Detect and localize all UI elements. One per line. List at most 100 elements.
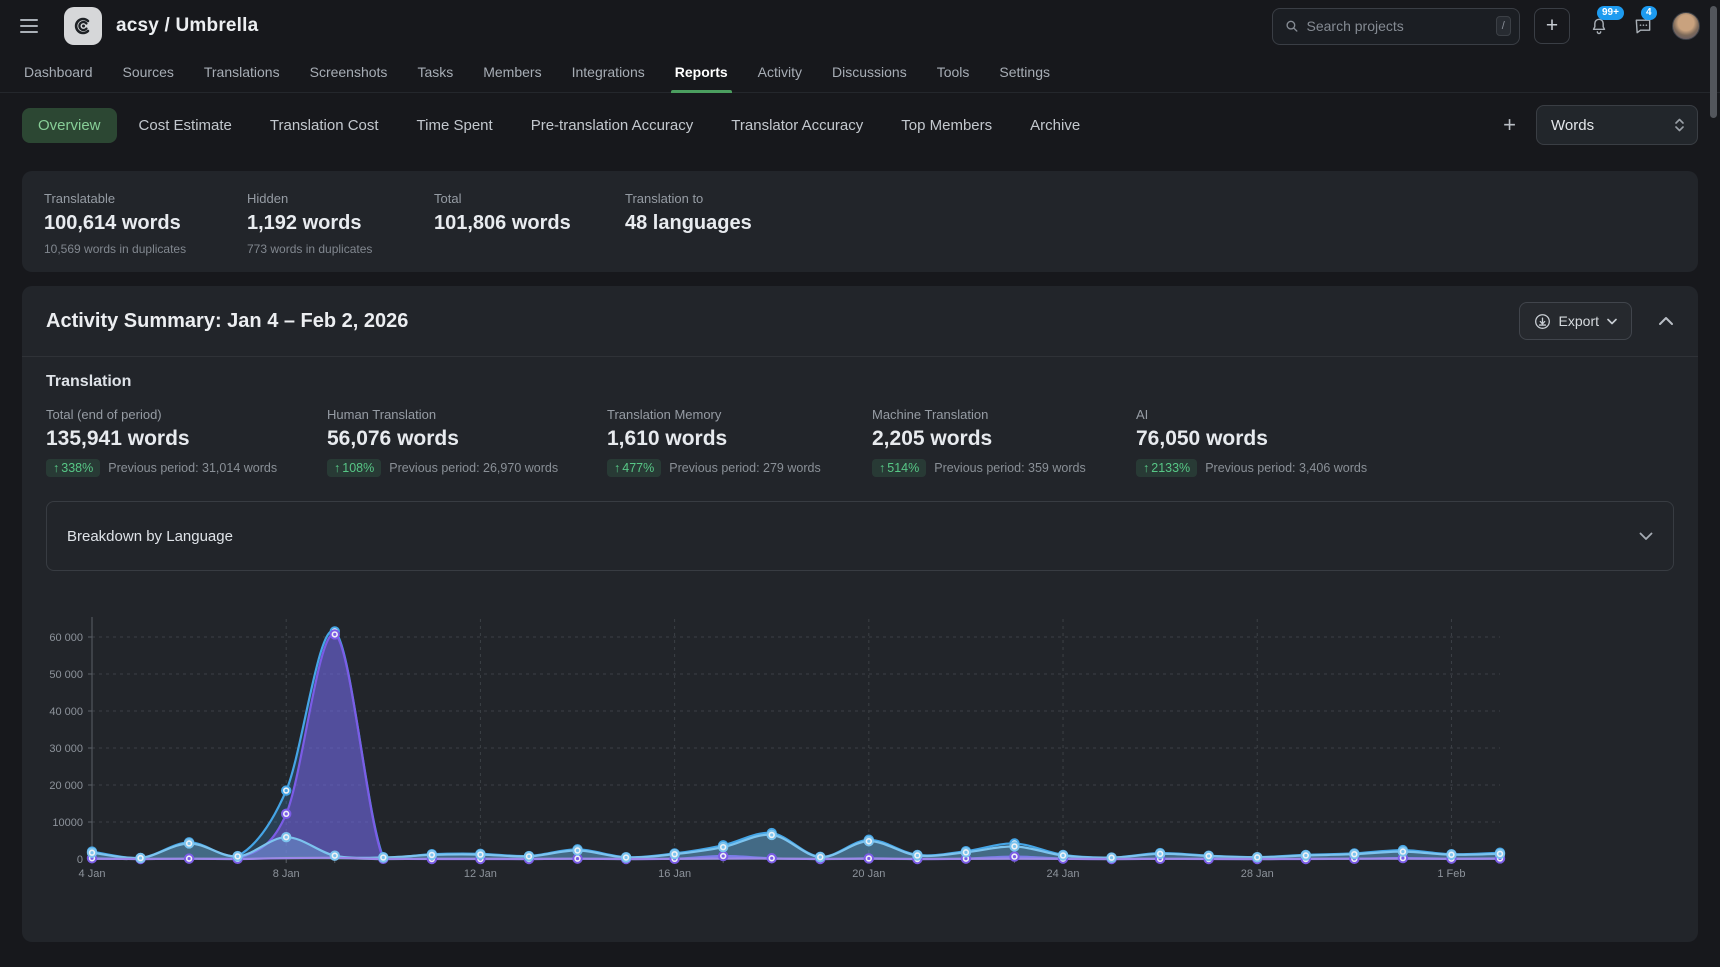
report-tab-top-members[interactable]: Top Members (885, 108, 1008, 143)
trend-percent: 2133% (1151, 461, 1190, 475)
search-shortcut-key: / (1496, 16, 1512, 36)
logo-glyph-icon (71, 14, 95, 38)
stat-label: Translation to (625, 191, 1676, 206)
trend-up-icon: ↑ (334, 461, 340, 475)
svg-text:30 000: 30 000 (49, 743, 83, 755)
metric-machine-translation: Machine Translation2,205 words↑514%Previ… (872, 407, 1136, 477)
report-tab-archive[interactable]: Archive (1014, 108, 1096, 143)
search-icon (1285, 18, 1299, 34)
hamburger-menu-icon[interactable] (20, 13, 46, 39)
svg-text:24 Jan: 24 Jan (1047, 868, 1080, 880)
metric-ai: AI 76,050 words ↑2133% Previous period: 3,4… (1136, 407, 1674, 477)
svg-text:8 Jan: 8 Jan (273, 868, 300, 880)
main-nav-tab-sources[interactable]: Sources (123, 52, 174, 92)
svg-text:20 000: 20 000 (49, 780, 83, 792)
project-logo[interactable] (64, 7, 102, 45)
report-tab-pre-translation-accuracy[interactable]: Pre-translation Accuracy (515, 108, 710, 143)
metric-label: Human Translation (327, 407, 607, 422)
metric-value: 1,610 words (607, 427, 872, 451)
stat-label: Total (434, 191, 625, 206)
translation-section-title: Translation (46, 373, 1674, 391)
report-tab-translator-accuracy[interactable]: Translator Accuracy (715, 108, 879, 143)
trend-badge: ↑338% (46, 459, 100, 477)
unit-select[interactable]: Words (1536, 105, 1698, 145)
svg-text:40 000: 40 000 (49, 706, 83, 718)
main-nav-tab-tools[interactable]: Tools (937, 52, 970, 92)
caret-down-icon (1607, 318, 1617, 325)
previous-period-text: Previous period: 3,406 words (1205, 461, 1367, 475)
metric-change-row: ↑338% Previous period: 31,014 words (46, 459, 327, 477)
stat-value: 48 languages (625, 212, 1676, 235)
metric-change-row: ↑477%Previous period: 279 words (607, 459, 872, 477)
svg-text:60 000: 60 000 (49, 632, 83, 644)
previous-period-text: Previous period: 359 words (934, 461, 1085, 475)
page-scrollbar[interactable] (1710, 6, 1717, 118)
svg-text:20 Jan: 20 Jan (852, 868, 885, 880)
add-report-button[interactable]: + (1489, 114, 1530, 136)
svg-text:4 Jan: 4 Jan (79, 868, 106, 880)
unit-select-value: Words (1551, 117, 1594, 134)
trend-up-icon: ↑ (614, 461, 620, 475)
messages-button[interactable]: 4 (1628, 11, 1658, 41)
stat-value: 101,806 words (434, 212, 625, 235)
stat-translation-to: Translation to 48 languages (625, 191, 1676, 256)
main-nav-tab-reports[interactable]: Reports (675, 52, 728, 92)
metric-value: 76,050 words (1136, 427, 1674, 451)
export-button-label: Export (1559, 313, 1599, 329)
metric-value: 2,205 words (872, 427, 1136, 451)
main-nav-tab-members[interactable]: Members (483, 52, 541, 92)
activity-summary-card: Activity Summary: Jan 4 – Feb 2, 2026 Ex… (22, 286, 1698, 942)
main-nav-tab-screenshots[interactable]: Screenshots (310, 52, 388, 92)
main-nav-tab-discussions[interactable]: Discussions (832, 52, 907, 92)
stat-total: Total 101,806 words (434, 191, 625, 256)
main-nav-tab-dashboard[interactable]: Dashboard (24, 52, 93, 92)
messages-badge: 4 (1641, 6, 1657, 20)
svg-text:12 Jan: 12 Jan (464, 868, 497, 880)
metric-label: Translation Memory (607, 407, 872, 422)
breakdown-label: Breakdown by Language (67, 528, 233, 545)
stat-subtext: 10,569 words in duplicates (44, 242, 247, 256)
report-tab-translation-cost[interactable]: Translation Cost (254, 108, 395, 143)
stat-value: 100,614 words (44, 212, 247, 235)
svg-text:28 Jan: 28 Jan (1241, 868, 1274, 880)
trend-percent: 514% (887, 461, 919, 475)
activity-line-chart: 01000020 00030 00040 00050 00060 0004 Ja… (30, 597, 1516, 897)
notifications-button[interactable]: 99+ (1584, 11, 1614, 41)
metric-human-translation: Human Translation56,076 words↑108%Previo… (327, 407, 607, 477)
trend-badge: ↑2133% (1136, 459, 1197, 477)
main-nav-tab-tasks[interactable]: Tasks (417, 52, 453, 92)
activity-summary-title: Activity Summary: Jan 4 – Feb 2, 2026 (46, 310, 408, 333)
export-button[interactable]: Export (1519, 302, 1632, 340)
metric-change-row: ↑2133% Previous period: 3,406 words (1136, 459, 1674, 477)
metric-translation-memory: Translation Memory 1,610 words ↑477%Previo… (607, 407, 872, 477)
main-nav-tab-integrations[interactable]: Integrations (572, 52, 645, 92)
download-icon (1534, 313, 1551, 330)
user-avatar[interactable] (1672, 12, 1700, 40)
previous-period-text: Previous period: 31,014 words (108, 461, 277, 475)
metric-label: AI (1136, 407, 1674, 422)
chevron-down-icon (1639, 532, 1653, 541)
summary-stats-card: Translatable100,614 words10,569 words in… (22, 171, 1698, 272)
metric-change-row: ↑514% Previous period: 359 words (872, 459, 1136, 477)
create-project-button[interactable]: + (1534, 8, 1570, 44)
report-tab-cost-estimate[interactable]: Cost Estimate (123, 108, 248, 143)
report-tab-overview[interactable]: Overview (22, 108, 117, 143)
breakdown-by-language-toggle[interactable]: Breakdown by Language (46, 501, 1674, 571)
main-nav-tab-translations[interactable]: Translations (204, 52, 280, 92)
trend-up-icon: ↑ (879, 461, 885, 475)
trend-badge: ↑514% (872, 459, 926, 477)
previous-period-text: Previous period: 26,970 words (389, 461, 558, 475)
stat-value: 1,192 words (247, 212, 434, 235)
trend-percent: 108% (342, 461, 374, 475)
metric-value: 135,941 words (46, 427, 327, 451)
metric-change-row: ↑108% Previous period: 26,970 words (327, 459, 607, 477)
select-arrows-icon (1674, 117, 1685, 133)
report-tab-time-spent[interactable]: Time Spent (401, 108, 509, 143)
search-box[interactable]: / (1272, 8, 1520, 45)
collapse-section-button[interactable] (1658, 316, 1674, 326)
main-nav-tab-settings[interactable]: Settings (999, 52, 1050, 92)
notifications-badge: 99+ (1597, 6, 1624, 20)
search-input[interactable] (1307, 18, 1488, 34)
trend-up-icon: ↑ (1143, 461, 1149, 475)
main-nav-tab-activity[interactable]: Activity (758, 52, 802, 92)
